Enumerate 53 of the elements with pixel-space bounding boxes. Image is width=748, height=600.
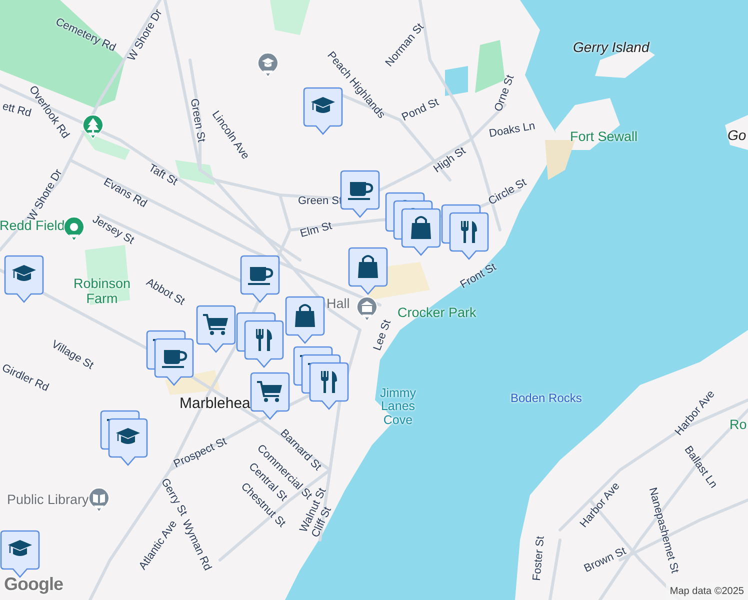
street-label: Elm St bbox=[299, 220, 334, 240]
island-label: Gerry Island bbox=[573, 40, 650, 54]
street-label: Lee St bbox=[372, 318, 394, 352]
shopping-bag-icon bbox=[295, 304, 315, 327]
fork-and-knife-icon bbox=[256, 329, 272, 351]
street-label: ett Rd bbox=[0, 100, 32, 120]
stacked-map-markers[interactable] bbox=[146, 330, 194, 386]
park-label: Crocker Park bbox=[398, 306, 476, 320]
google-logo: Google bbox=[4, 573, 63, 596]
park-label: Robinson Farm bbox=[72, 277, 132, 307]
island bbox=[725, 115, 748, 150]
street-label: Orne St bbox=[493, 73, 517, 113]
shopping-bag-icon bbox=[358, 255, 378, 278]
street-label: High St bbox=[432, 145, 468, 175]
shopping-bag-icon bbox=[411, 216, 431, 239]
stacked-map-markers[interactable] bbox=[441, 204, 489, 260]
coffee-cup-icon bbox=[248, 267, 274, 285]
mortarboard-icon bbox=[12, 265, 36, 281]
street-label: Taft St bbox=[146, 162, 178, 188]
town-label: Marblehea bbox=[180, 396, 250, 410]
park-label: Redd Field bbox=[0, 219, 65, 232]
mortarboard-icon bbox=[8, 540, 32, 556]
stacked-map-markers[interactable] bbox=[236, 312, 284, 368]
pond bbox=[445, 66, 468, 96]
stacked-map-markers[interactable] bbox=[385, 192, 441, 256]
street-label: Front St bbox=[458, 261, 498, 291]
street-label: Circle St bbox=[487, 176, 529, 208]
street-label: Foster St bbox=[531, 535, 546, 581]
mortarboard-icon bbox=[116, 428, 140, 444]
stacked-map-markers[interactable] bbox=[293, 346, 349, 410]
book-icon[interactable] bbox=[88, 487, 110, 513]
coffee-cup-icon bbox=[162, 350, 188, 368]
rocks-label: Boden Rocks bbox=[510, 392, 582, 404]
tree-icon[interactable] bbox=[82, 114, 104, 140]
mortarboard-icon[interactable] bbox=[257, 52, 279, 78]
place-label: Hall bbox=[326, 297, 350, 310]
street-label: Green St bbox=[188, 97, 206, 143]
park-area bbox=[270, 0, 310, 35]
fork-and-knife-icon bbox=[461, 221, 477, 243]
stacked-map-markers[interactable] bbox=[100, 410, 148, 466]
shopping-cart-icon bbox=[203, 314, 228, 335]
street-label: Pond St bbox=[400, 96, 440, 124]
park-label: Ro bbox=[730, 418, 747, 432]
shopping-cart-icon bbox=[257, 381, 282, 402]
place-label: Public Library bbox=[7, 493, 89, 506]
coffee-cup-icon bbox=[348, 182, 374, 200]
mortarboard-icon bbox=[311, 97, 335, 113]
park-area bbox=[80, 130, 130, 160]
fork-and-knife-icon bbox=[321, 371, 337, 393]
street-label: Doaks Ln bbox=[488, 120, 536, 140]
building-icon[interactable] bbox=[356, 296, 378, 322]
street-label: Brown St bbox=[582, 546, 628, 574]
island-label: Go bbox=[728, 128, 746, 142]
